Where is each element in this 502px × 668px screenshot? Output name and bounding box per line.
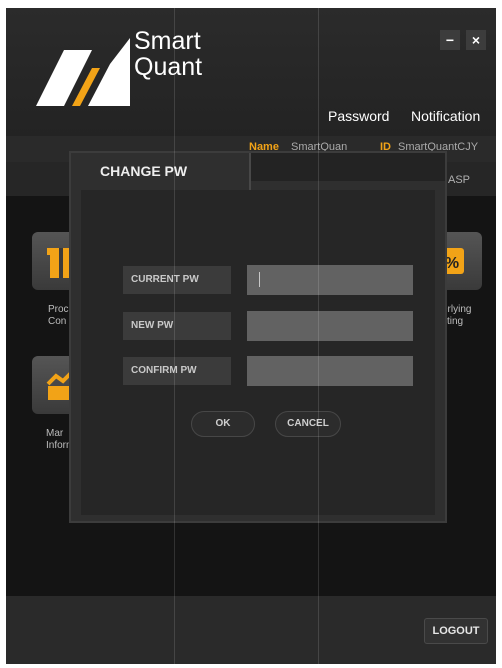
dialog-title: CHANGE PW	[71, 153, 251, 190]
current-pw-label: CURRENT PW	[123, 266, 231, 294]
cancel-button[interactable]: CANCEL	[275, 411, 341, 437]
logo-line2: Quant	[134, 53, 203, 81]
current-pw-input[interactable]	[247, 265, 413, 295]
close-button[interactable]: ×	[466, 30, 486, 50]
text-caret	[259, 272, 260, 287]
logout-button[interactable]: LOGOUT	[424, 618, 488, 644]
app-window: Smart Quant − × Password Notification Na…	[6, 8, 496, 664]
logo-line1: Smart	[134, 27, 201, 55]
svg-text:%: %	[445, 255, 459, 272]
new-pw-label: NEW PW	[123, 312, 231, 340]
change-password-dialog: CHANGE PW CURRENT PW NEW PW CONFIRM PW O…	[69, 151, 447, 523]
logo-text: Smart Quant	[134, 28, 202, 80]
app-header: Smart Quant − × Password Notification	[6, 8, 496, 136]
app-footer: LOGOUT	[6, 596, 496, 664]
account-sub-info: ASP	[448, 174, 471, 186]
logo-icon	[34, 28, 130, 113]
guide-line	[174, 0, 175, 668]
ok-button[interactable]: OK	[191, 411, 255, 437]
confirm-pw-input[interactable]	[247, 356, 413, 386]
confirm-pw-label: CONFIRM PW	[123, 357, 231, 385]
dialog-tabbar	[251, 153, 445, 181]
minimize-button[interactable]: −	[440, 30, 460, 50]
menu-password[interactable]: Password	[328, 108, 389, 124]
dialog-body: CURRENT PW NEW PW CONFIRM PW OK CANCEL	[81, 190, 435, 515]
current-pw-wrap	[247, 265, 413, 295]
new-pw-input[interactable]	[247, 311, 413, 341]
guide-line	[318, 0, 319, 668]
tile-product-label: Proc Con	[48, 304, 69, 327]
menu-notification[interactable]: Notification	[411, 108, 480, 124]
